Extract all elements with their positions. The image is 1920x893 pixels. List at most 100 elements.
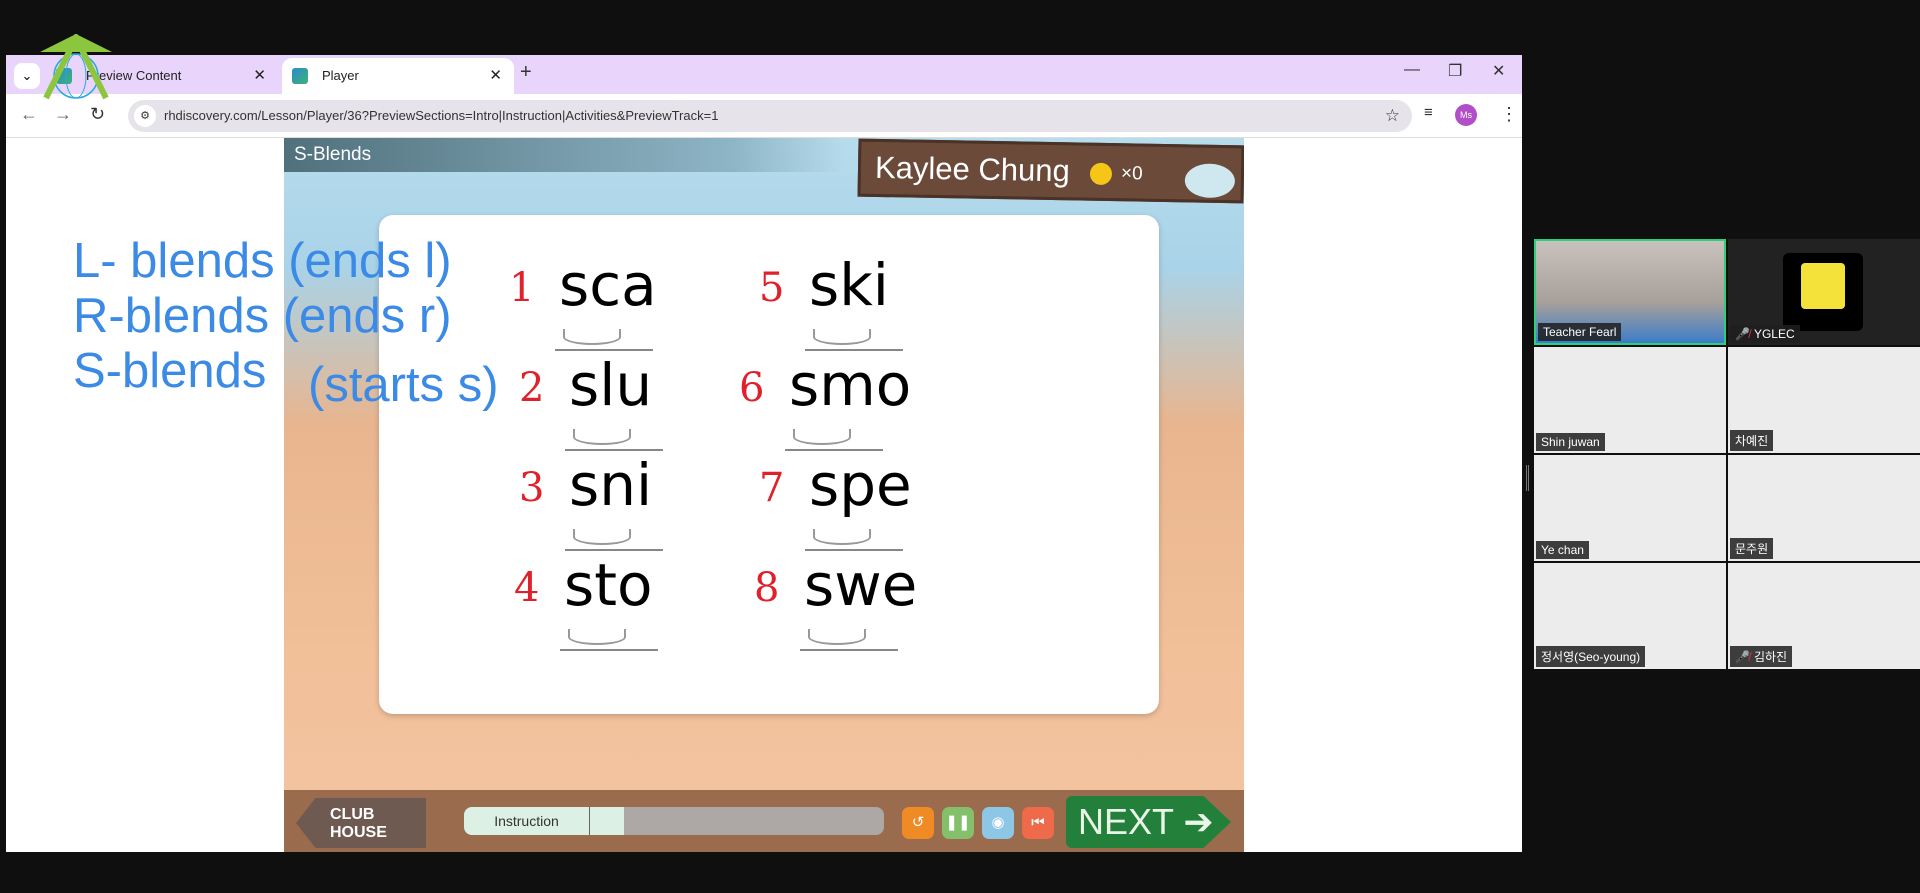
url-text: rhdiscovery.com/Lesson/Player/36?Preview… [164,108,719,123]
word-number: 7 [759,465,785,511]
annotation-line: (starts s) [308,358,499,412]
participant-tile[interactable]: Teacher Fearl [1534,239,1726,345]
blend-arc [813,329,871,345]
muted-mic-icon: 🎤̸ [1735,327,1750,341]
word-number: 2 [519,365,545,411]
blend-word[interactable]: smo [789,351,911,419]
word-number: 8 [754,565,780,611]
annotation-line: R-blends (ends r) [73,289,452,343]
participant-tile[interactable]: Shin juwan [1534,347,1726,453]
coin-icon [1090,162,1113,185]
word-number: 6 [739,365,765,411]
blend-word[interactable]: slu [569,351,652,419]
site-settings-icon[interactable]: ⚙ [134,105,156,127]
tab-search-button[interactable]: ⌄ [14,63,40,89]
word-number: 3 [519,465,545,511]
participant-name: 김하진 [1753,650,1788,664]
participant-name: Shin juwan [1541,435,1600,449]
restore-button[interactable]: ❐ [1448,61,1462,81]
spongebob-avatar [1783,253,1863,331]
participant-tile[interactable]: 정서영(Seo-young) [1534,563,1726,669]
word-number: 5 [759,265,785,311]
participant-name: 문주원 [1735,542,1769,556]
bookmark-star-icon[interactable]: ☆ [1385,100,1400,132]
player-controls: CLUB HOUSE Instruction ↺ ❚❚ ◉ ⏮ NEXT ➔ [284,790,1244,852]
blend-arc [808,629,866,645]
reload-button[interactable]: ↻ [90,104,105,125]
forward-button[interactable]: → [54,104,72,125]
replay-icon[interactable]: ↺ [902,807,934,839]
blend-word[interactable]: sto [564,551,652,619]
participant-name-label: 🎤̸ 김하진 [1730,646,1793,667]
lesson-title: S-Blends [284,138,844,172]
menu-kebab-icon[interactable]: ⋮ [1500,104,1518,125]
section-progress-bar: Instruction [464,807,884,835]
new-tab-button[interactable]: + [520,61,532,84]
media-control-icon[interactable]: ≡ [1424,104,1433,121]
treehouse-icon[interactable] [1184,163,1236,199]
sound-arrow-line [800,649,898,651]
close-window-button[interactable]: ✕ [1492,61,1505,81]
close-tab-icon[interactable]: ✕ [253,58,266,94]
participant-name: YGLEC [1753,327,1795,341]
participant-name-label: Shin juwan [1536,433,1605,451]
blend-arc [573,529,631,545]
browser-window: ⌄ Preview Content ✕ Player ✕ + — ❐ ✕ ← →… [6,55,1522,852]
blend-word[interactable]: sca [559,251,657,319]
participant-name-label: Ye chan [1536,541,1589,559]
participant-tile[interactable]: 🎤̸ 김하진 [1728,563,1920,669]
student-name: Kaylee Chung [874,149,1071,189]
profile-avatar[interactable]: Ms [1455,104,1477,126]
minimize-button[interactable]: — [1404,61,1420,79]
participant-name: Ye chan [1541,543,1584,557]
blend-word[interactable]: swe [804,551,917,619]
participant-name-label: 🎤̸ YGLEC [1730,325,1800,343]
coin-count: ×0 [1120,163,1143,185]
panel-resize-handle[interactable] [1526,465,1529,491]
participant-name: 정서영(Seo-young) [1541,650,1641,664]
blend-arc [568,629,626,645]
rewind-icon[interactable]: ⏮ [1022,807,1054,839]
participant-name-label: Teacher Fearl [1538,323,1622,341]
tab-bar: ⌄ Preview Content ✕ Player ✕ + — ❐ ✕ [6,55,1522,94]
tab-player[interactable]: Player ✕ [282,58,514,94]
blend-arc [813,529,871,545]
blend-arc [793,429,851,445]
app-logo-icon [40,34,112,100]
participant-name: Teacher Fearl [1543,325,1617,339]
word-number: 1 [509,265,535,311]
muted-mic-icon: 🎤̸ [1735,650,1750,664]
blend-word[interactable]: ski [809,251,889,319]
sound-arrow-line [560,649,658,651]
blend-word[interactable]: spe [809,451,912,519]
audio-icon[interactable]: ◉ [982,807,1014,839]
participant-name-label: 문주원 [1730,538,1774,559]
pause-icon[interactable]: ❚❚ [942,807,974,839]
address-bar-row: ← → ↻ ⚙ rhdiscovery.com/Lesson/Player/36… [6,94,1522,138]
section-label: Instruction [464,807,590,835]
participant-tile[interactable]: 🎤̸ YGLEC [1728,239,1920,345]
participant-tile[interactable]: 차예진 [1728,347,1920,453]
next-label: NEXT [1078,801,1174,842]
participant-name-label: 차예진 [1730,430,1774,451]
blend-arc [573,429,631,445]
url-input[interactable]: ⚙ rhdiscovery.com/Lesson/Player/36?Previ… [128,100,1412,132]
butterfly-favicon-icon [292,68,308,84]
participant-name-label: 정서영(Seo-young) [1536,646,1646,667]
tab-label: Player [322,68,359,83]
close-tab-icon[interactable]: ✕ [489,58,502,94]
word-card: 1 sca 2 slu 3 sni 4 sto 5 ski 6 smo 7 spe 8 swe [379,215,1159,714]
clubhouse-button[interactable]: CLUB HOUSE [296,798,426,848]
annotation-line: L- blends (ends l) [73,234,452,288]
participant-name: 차예진 [1735,434,1769,448]
annotation-line: S-blends [73,344,267,398]
video-gallery: Teacher Fearl 🎤̸ YGLEC Shin juwan 차예진 Ye chan… [1534,239,1920,669]
word-number: 4 [514,565,540,611]
page-content: S-Blends Kaylee Chung ×0 1 sca 2 slu 3 sni 4 st… [6,138,1522,852]
blend-arc [563,329,621,345]
blend-word[interactable]: sni [569,451,652,519]
participant-tile[interactable]: Ye chan [1534,455,1726,561]
participant-tile[interactable]: 문주원 [1728,455,1920,561]
back-button[interactable]: ← [20,104,38,125]
next-button[interactable]: NEXT ➔ [1066,796,1231,848]
